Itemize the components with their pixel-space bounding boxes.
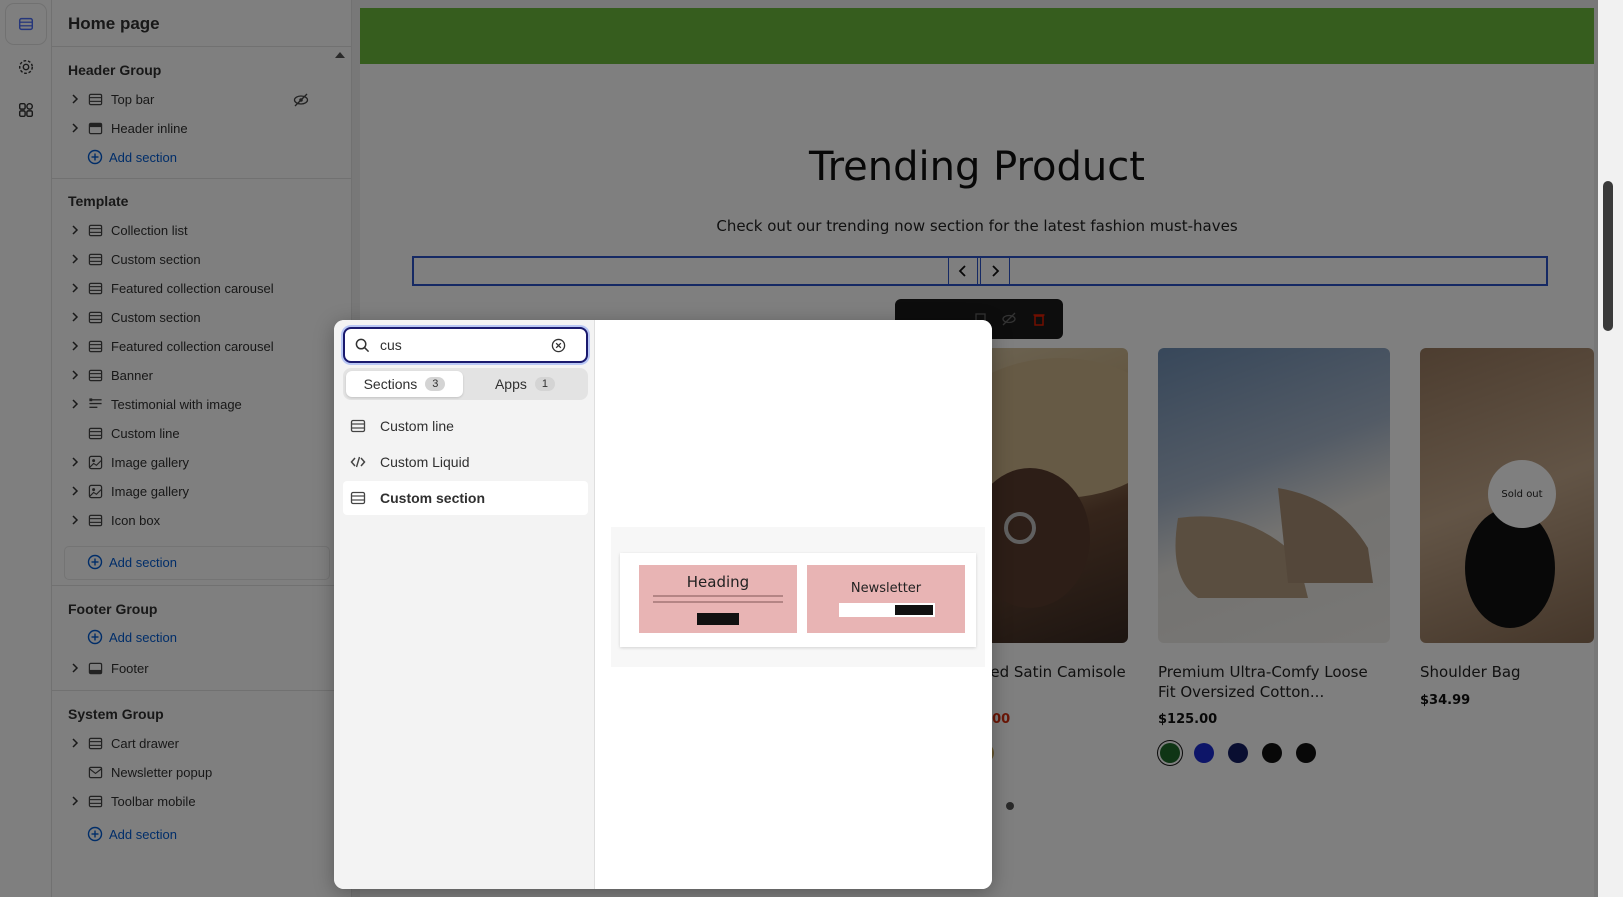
count-badge: 1 (534, 377, 556, 391)
tab-apps[interactable]: Apps 1 (465, 371, 585, 397)
section-icon (350, 419, 366, 433)
add-section-popover: Sections 3 Apps 1 Custom line Custom Liq… (334, 320, 992, 889)
picker-tabs: Sections 3 Apps 1 (343, 368, 588, 400)
result-label: Custom line (380, 418, 454, 434)
thumbnail-frame: Heading Newsletter (620, 553, 976, 647)
scrollbar-thumb[interactable] (1603, 181, 1613, 331)
search-icon (355, 338, 370, 352)
thumbnail-text-line (653, 601, 783, 603)
result-label: Custom section (380, 490, 486, 506)
thumbnail-text-line (653, 595, 783, 597)
code-icon (350, 456, 366, 468)
thumbnail-button (697, 613, 739, 625)
section-icon (350, 491, 366, 505)
tab-label: Apps (494, 376, 527, 392)
thumbnail-newsletter-card: Newsletter (807, 565, 965, 633)
thumbnail-newsletter-heading: Newsletter (850, 581, 922, 596)
thumbnail-heading-card: Heading (639, 565, 797, 633)
picker-preview-pane: Heading Newsletter (595, 320, 992, 889)
count-badge: 3 (425, 377, 446, 391)
section-thumbnail: Heading Newsletter (611, 527, 985, 667)
picker-list-pane: Sections 3 Apps 1 Custom line Custom Liq… (334, 320, 595, 889)
result-label: Custom Liquid (380, 454, 470, 470)
result-custom-line[interactable]: Custom line (343, 409, 588, 443)
thumbnail-heading: Heading (686, 573, 750, 591)
thumbnail-subscribe-button (895, 605, 933, 615)
result-custom-liquid[interactable]: Custom Liquid (343, 445, 588, 479)
clear-circle-icon[interactable] (551, 338, 566, 353)
search-field[interactable] (343, 327, 588, 363)
search-input[interactable] (380, 337, 550, 353)
tab-sections[interactable]: Sections 3 (346, 371, 463, 397)
tab-label: Sections (363, 376, 418, 392)
result-custom-section[interactable]: Custom section (343, 481, 588, 515)
vertical-scrollbar[interactable] (1598, 0, 1623, 897)
